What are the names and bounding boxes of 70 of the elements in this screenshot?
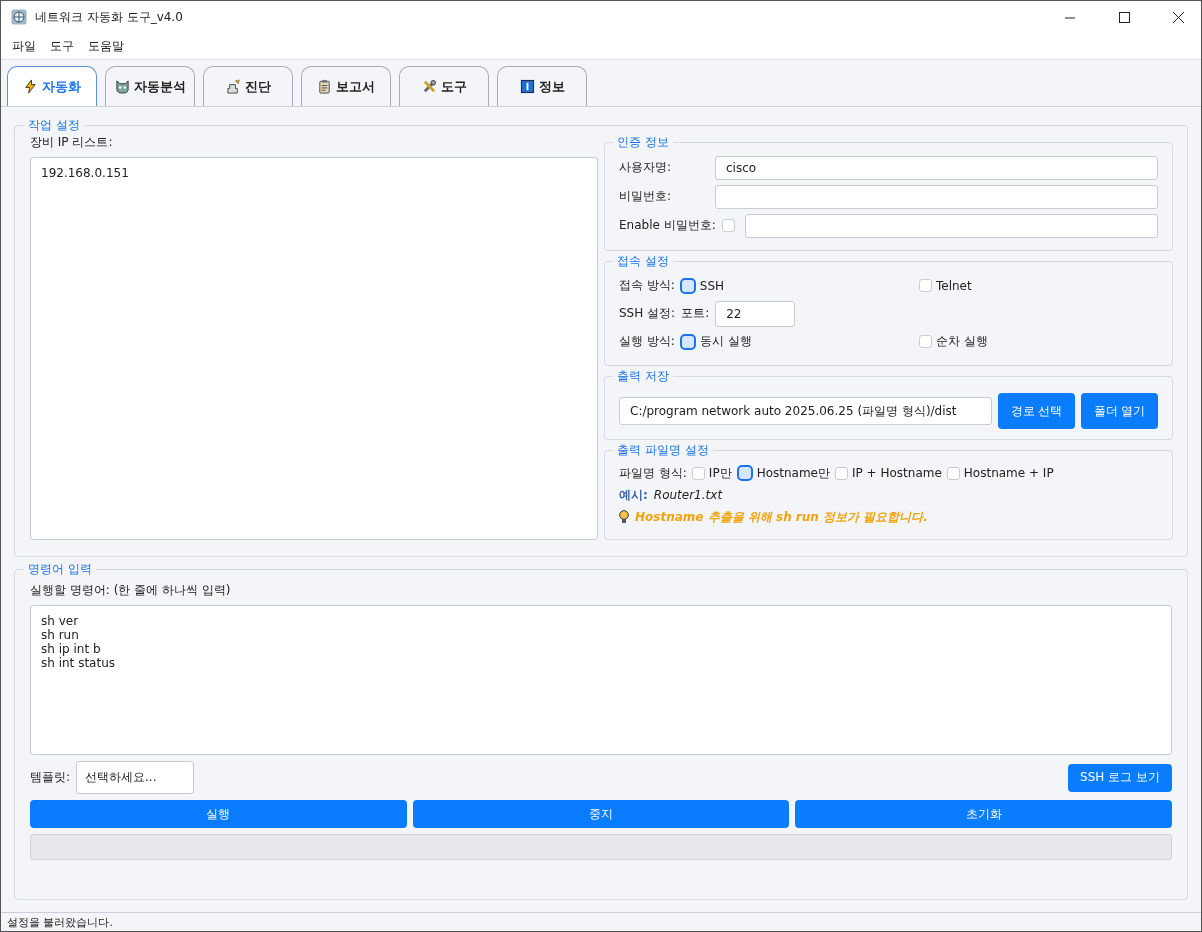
option-label: IP + Hostname xyxy=(852,466,942,480)
clipboard-icon xyxy=(317,79,332,94)
field-label: 비밀번호: xyxy=(619,188,673,205)
option-label: SSH xyxy=(699,278,725,293)
action-button[interactable]: 중지 xyxy=(412,800,790,828)
field-label: 접속 방식: xyxy=(619,277,675,294)
password-field[interactable] xyxy=(715,184,1158,209)
field-label: Enable 비밀번호: xyxy=(619,217,716,234)
username-field[interactable]: cisco xyxy=(715,155,1158,180)
radio-option[interactable] xyxy=(679,277,696,294)
port-field[interactable]: 22 xyxy=(715,300,796,327)
action-button[interactable]: 폴더 열기 xyxy=(1081,393,1158,429)
radio-option[interactable] xyxy=(736,465,753,481)
radio-option[interactable] xyxy=(835,466,848,480)
radio-option[interactable] xyxy=(679,333,696,350)
example-label: 예시: xyxy=(619,486,648,504)
field-label: 실행할 명령어: (한 줄에 하나씩 입력) xyxy=(30,582,232,599)
field-label: 파일명 형식: xyxy=(619,464,687,482)
option-label: Telnet xyxy=(936,278,972,293)
tab[interactable]: 정보 xyxy=(497,66,587,106)
field-label: 사용자명: xyxy=(619,159,673,176)
menu-item[interactable]: 도구 xyxy=(43,37,81,55)
tab[interactable]: 자동화 xyxy=(7,66,97,106)
action-button[interactable]: 실행 xyxy=(30,800,407,828)
info-icon xyxy=(519,79,535,94)
radio-option[interactable] xyxy=(691,466,705,480)
lightbulb-icon xyxy=(619,510,629,524)
template-dropdown[interactable]: 선택하세요... xyxy=(76,761,195,794)
stamp-icon xyxy=(225,79,241,94)
group-title: 접속 설정 xyxy=(616,253,670,270)
radio-option[interactable] xyxy=(919,335,932,348)
radio-option[interactable] xyxy=(919,279,932,292)
cat-face-icon xyxy=(114,79,130,94)
commands-field[interactable]: sh ver sh run sh ip int b sh int status xyxy=(30,605,1172,755)
field-label: SSH 설정: xyxy=(619,305,676,322)
tab[interactable]: 진단 xyxy=(203,66,293,106)
group-title: 작업 설정 xyxy=(27,117,81,134)
option-label: IP만 xyxy=(708,464,732,482)
option-label: 동시 실행 xyxy=(699,333,752,350)
lightning-icon xyxy=(23,79,38,94)
tab[interactable]: 도구 xyxy=(399,66,489,106)
field-label: 실행 방식: xyxy=(619,333,675,350)
field-label: 템플릿: xyxy=(30,769,71,786)
menu-item[interactable]: 파일 xyxy=(5,37,43,55)
field-label: 장비 IP 리스트: xyxy=(30,134,114,151)
hint-text: Hostname 추출을 위해 sh run 정보가 필요합니다. xyxy=(635,508,928,526)
field-label: 포트: xyxy=(681,305,710,322)
tools-icon xyxy=(421,79,437,94)
enable-password-field[interactable] xyxy=(744,213,1158,238)
option-label: 순차 실행 xyxy=(936,333,988,350)
tab[interactable]: 보고서 xyxy=(301,66,391,106)
path-field[interactable]: C:/program network auto 2025.06.25 (파일명 형식)/dist xyxy=(619,397,992,425)
group-title: 출력 파일명 설정 xyxy=(616,442,710,459)
checkbox[interactable] xyxy=(721,219,735,232)
ip-list-field[interactable]: 192.168.0.151 xyxy=(30,157,598,540)
option-label: Hostname + IP xyxy=(963,466,1054,480)
tab[interactable]: 자동분석 xyxy=(105,66,195,106)
action-button[interactable]: 경로 선택 xyxy=(998,393,1075,429)
example-filename: Router1.txt xyxy=(653,488,723,502)
option-label: Hostname만 xyxy=(756,464,830,482)
menu-item[interactable]: 도움말 xyxy=(81,37,131,55)
window-title: 네트워크 자동화 도구_v4.0 xyxy=(35,8,184,26)
status-text: 설정을 불러왔습니다. xyxy=(1,912,1201,931)
globe-icon xyxy=(11,9,27,25)
action-button[interactable]: 초기화 xyxy=(795,800,1172,828)
group-title: 출력 저장 xyxy=(616,368,670,385)
radio-option[interactable] xyxy=(946,466,960,480)
group-title: 명령어 입력 xyxy=(27,561,93,578)
ssh-log-button[interactable]: SSH 로그 보기 xyxy=(1068,763,1172,792)
group-title: 인증 정보 xyxy=(616,134,670,151)
